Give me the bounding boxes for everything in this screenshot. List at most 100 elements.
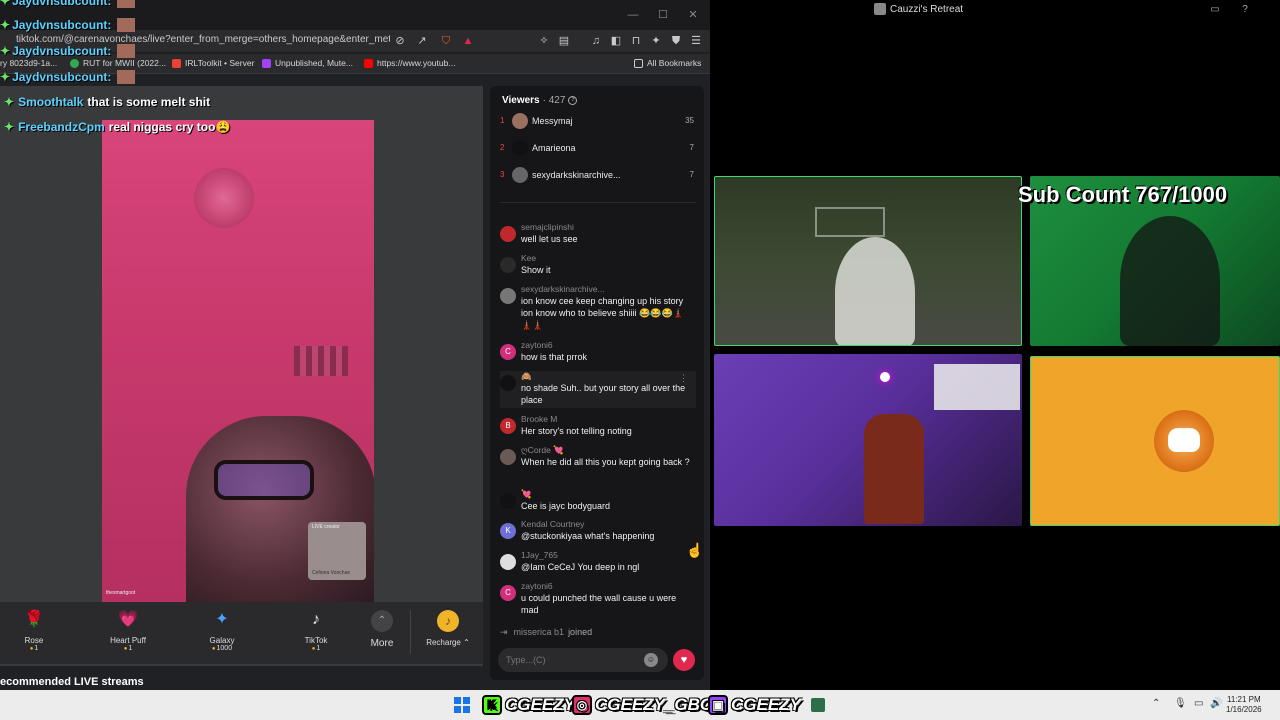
creator-pip[interactable]: LIVE creator Cefiona Vonchae <box>308 522 366 580</box>
more-label: More <box>370 638 394 649</box>
chat-input[interactable] <box>498 648 668 672</box>
participant-figure <box>1120 216 1220 346</box>
chat-message[interactable]: B Brooke M Her story's not telling notin… <box>500 414 696 442</box>
chat-message[interactable]: 💘 Cee is jayc bodyguard <box>500 489 696 517</box>
chat-text: Her story's not telling noting <box>521 426 632 436</box>
gift-tiktok[interactable]: ♪ TikTok 1 <box>286 608 346 652</box>
bookmark-3[interactable]: IRLToolkit • Server <box>172 58 254 68</box>
sidebar-icon[interactable]: ◧ <box>608 33 624 49</box>
volume-icon[interactable]: 🔊 <box>1210 698 1222 709</box>
bookmark-1[interactable]: ry 8023d9-1a... <box>0 58 57 68</box>
chat-username[interactable]: ღCorde 💘 <box>521 445 564 456</box>
viewer-name: Amarieona <box>532 143 576 153</box>
gift-rose[interactable]: 🌹 Rose 1 <box>4 608 64 652</box>
avatar: K <box>500 523 516 539</box>
share-icon[interactable]: ↗ <box>414 33 430 49</box>
network-icon[interactable]: ▭ <box>1194 698 1203 709</box>
leo-icon[interactable]: ✦ <box>648 33 664 49</box>
mute-icon[interactable]: ⊘ <box>392 33 408 49</box>
sparkle-icon: ✦ <box>0 0 11 8</box>
vpn-icon[interactable]: ⛊ <box>668 33 684 49</box>
more-gifts-button[interactable]: ⌃ More <box>367 610 397 649</box>
chat-message[interactable]: ღCorde 💘 When he did all this you kept g… <box>500 445 696 485</box>
gift-name: TikTok <box>304 636 328 645</box>
minimize-button[interactable]: — <box>622 6 644 24</box>
emoji-icon[interactable]: ☺ <box>644 653 658 667</box>
windows-start-icon[interactable] <box>454 697 470 713</box>
chat-username[interactable]: sexydarkskinarchive... <box>521 284 605 294</box>
bookmark-4[interactable]: Unpublished, Mute... <box>262 58 353 68</box>
video-tile-1[interactable] <box>714 176 1022 346</box>
help-icon[interactable]: ? <box>1238 3 1252 17</box>
instagram-handle: ◎ CGEEZY_GBC <box>572 692 712 718</box>
viewer-count: · 427 <box>542 95 566 106</box>
chat-username[interactable]: 💘 <box>521 489 532 500</box>
live-stream[interactable]: LIVE creator Cefiona Vonchae thesmartgoo… <box>0 86 483 666</box>
chat-username[interactable]: Kendal Courtney <box>521 519 584 529</box>
viewer-row[interactable]: 2 Amarieona 7 <box>500 138 696 158</box>
tab-search-icon[interactable]: ▤ <box>556 33 572 49</box>
avatar <box>117 18 136 32</box>
gift-name: Galaxy <box>209 636 235 645</box>
all-bookmarks[interactable]: All Bookmarks <box>634 58 701 68</box>
microphone-icon[interactable]: 🎙 <box>1174 698 1187 709</box>
chat-username[interactable]: 🙈 <box>521 371 532 382</box>
app-icon[interactable] <box>811 698 825 712</box>
bookmark-favicon-icon <box>70 58 79 68</box>
pip-label: LIVE creator <box>312 524 340 530</box>
sparkle-icon: ✦ <box>4 95 15 109</box>
viewer-row[interactable]: 3 sexydarkskinarchive... 7 <box>500 165 696 185</box>
taskbar: K CGEEZY ◎ CGEEZY_GBC ▣ CGEEZY ⌃ 🎙 ▭ 🔊 1… <box>0 690 1280 720</box>
subcount-line: ✦ Jaydvnsubcount: <box>0 18 136 32</box>
menu-icon[interactable]: ☰ <box>688 33 704 49</box>
bookmark-5[interactable]: https://www.youtub... <box>364 58 455 68</box>
extensions-icon[interactable]: ✧ <box>536 33 552 49</box>
chat-text: Cee is jayc bodyguard <box>521 501 611 511</box>
chat-username[interactable]: semajclipinshi <box>521 222 574 232</box>
sparkle-icon: ✦ <box>0 18 11 32</box>
viewers-header[interactable]: Viewers · 427 ? <box>502 95 578 106</box>
chat-message[interactable]: 1Jay_765 @Iam CeCeJ You deep in ngl <box>500 550 696 578</box>
chevron-up-icon[interactable]: ⌃ <box>1152 698 1160 709</box>
chat-username[interactable]: Kee <box>521 253 536 263</box>
bookmark-icon[interactable]: ⊓ <box>628 33 644 49</box>
media-icon[interactable]: ♫ <box>588 33 604 49</box>
brave-rewards-icon[interactable]: ▲ <box>460 33 476 49</box>
inbox-icon[interactable]: ▭ <box>1208 3 1222 17</box>
chat-username[interactable]: Brooke M <box>521 414 557 424</box>
chat-message[interactable]: Kee Show it <box>500 253 696 281</box>
clock[interactable]: 11:21 PM 1/16/2026 <box>1226 695 1262 715</box>
chat-text: When he did all this you kept going back… <box>521 457 690 467</box>
chat-text: no shade Suh.. but your story all over t… <box>521 383 686 405</box>
gift-heart-puff[interactable]: 💗 Heart Puff 1 <box>98 608 158 652</box>
chat-username[interactable]: zaytoni6 <box>521 581 553 591</box>
chat-message[interactable]: sexydarkskinarchive... ion know cee keep… <box>500 284 696 338</box>
close-button[interactable]: ✕ <box>682 6 704 24</box>
clock-time: 11:21 PM <box>1226 695 1261 704</box>
chat-username[interactable]: zaytoni6 <box>521 340 553 350</box>
video-tile-3[interactable] <box>714 354 1022 526</box>
bookmark-2[interactable]: RUT for MWII (2022... <box>70 58 166 68</box>
chat-text: well let us see <box>521 234 578 244</box>
wall-sign <box>815 207 885 237</box>
brave-shield-icon[interactable]: ⛉ <box>438 33 454 49</box>
like-heart-button[interactable]: ♥ <box>673 649 695 671</box>
heart-puff-icon: 💗 <box>118 611 138 628</box>
chat-message[interactable]: semajclipinshi well let us see <box>500 222 696 250</box>
gift-galaxy[interactable]: ✦ Galaxy 1000 <box>192 608 252 652</box>
chat-message[interactable]: K Kendal Courtney @stuckonkiyaa what's h… <box>500 519 696 547</box>
stream-video[interactable]: LIVE creator Cefiona Vonchae thesmartgoo… <box>102 120 374 602</box>
chat-message[interactable]: C zaytoni6 u could punched the wall caus… <box>500 581 696 621</box>
viewer-row[interactable]: 1 Messymaj 35 <box>500 111 696 131</box>
joined-username[interactable]: misserica b1 <box>514 627 565 637</box>
gift-name: Rose <box>24 636 44 645</box>
maximize-button[interactable]: ☐ <box>652 6 674 24</box>
more-options-icon[interactable]: ⋮ <box>679 373 688 384</box>
chat-message[interactable]: 🙈 no shade Suh.. but your story all over… <box>500 371 696 408</box>
chat-message[interactable]: C zaytoni6 how is that prrok <box>500 340 696 368</box>
info-icon[interactable]: ? <box>568 96 578 105</box>
recharge-button[interactable]: ♪ Recharge ⌃ <box>424 610 472 647</box>
chat-username[interactable]: 1Jay_765 <box>521 550 558 560</box>
gift-price: 1 <box>98 645 158 652</box>
bookmark-favicon-icon <box>262 58 271 68</box>
